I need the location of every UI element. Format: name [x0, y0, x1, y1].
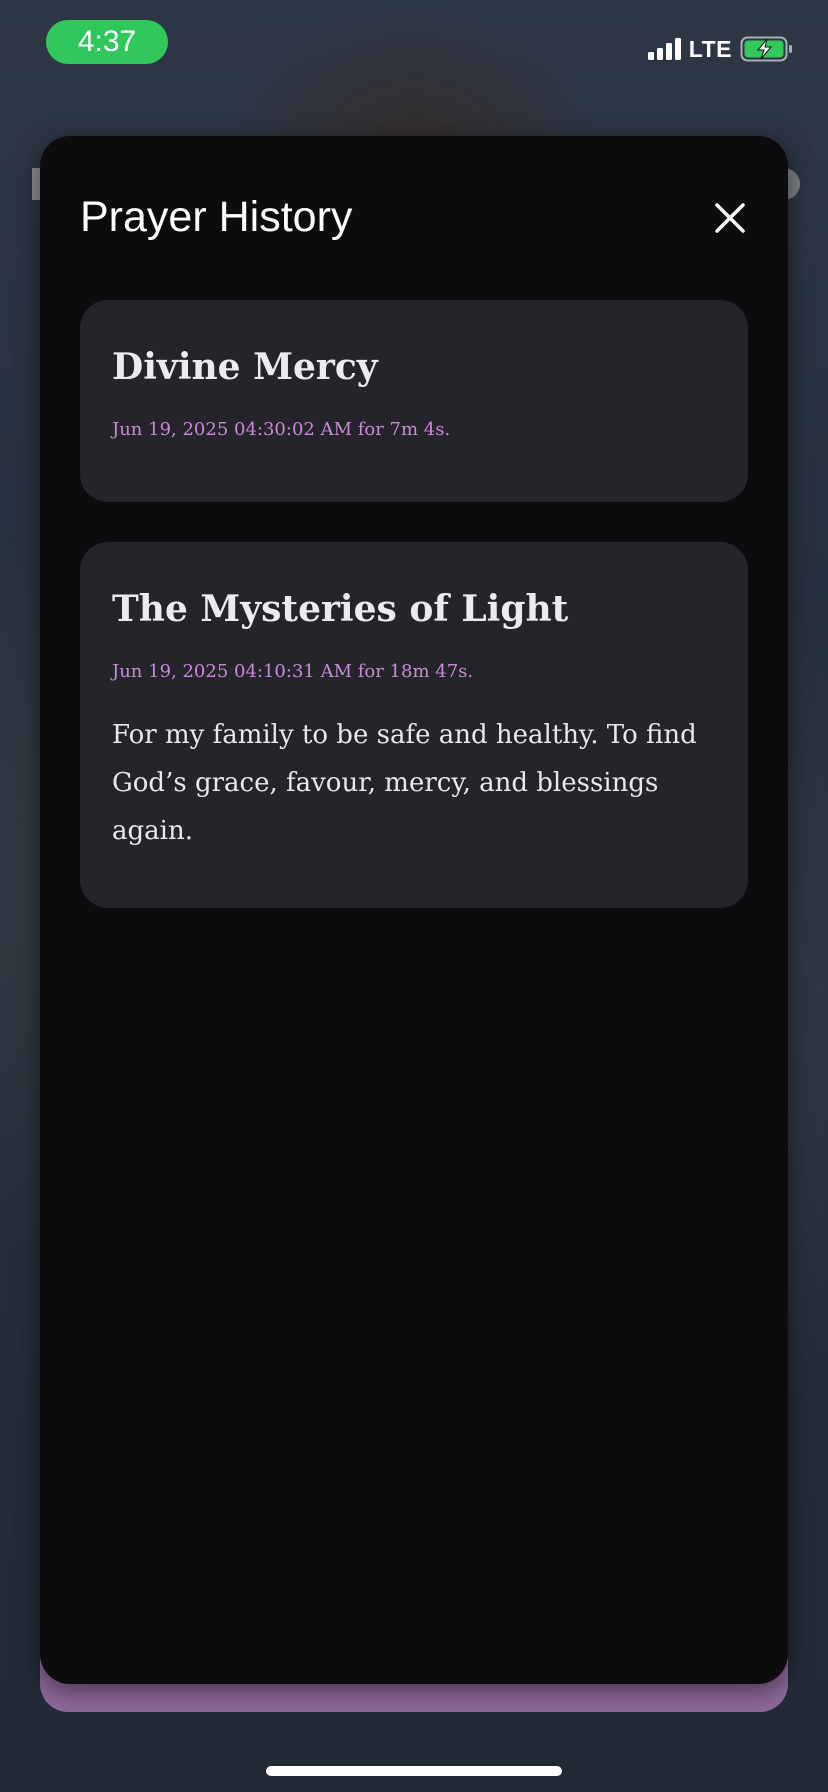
prayer-history-sheet: Prayer History Divine Mercy Jun 19, 2025… — [40, 136, 788, 1684]
background-title-fragment — [32, 168, 40, 200]
history-card[interactable]: The Mysteries of Light Jun 19, 2025 04:1… — [80, 542, 748, 908]
prayer-date-duration: Jun 19, 2025 04:10:31 AM for 18m 47s. — [112, 661, 474, 683]
screen: 4:37 LTE Prayer History Divine Mercy Jun… — [0, 0, 828, 1792]
prayer-title: The Mysteries of Light — [112, 588, 569, 630]
status-indicators: LTE — [647, 34, 794, 64]
history-list: Divine Mercy Jun 19, 2025 04:30:02 AM fo… — [80, 300, 748, 948]
close-icon — [715, 203, 745, 233]
battery-charging-icon — [740, 36, 792, 62]
prayer-intention: For my family to be safe and healthy. To… — [112, 719, 697, 846]
prayer-title: Divine Mercy — [112, 346, 378, 388]
home-indicator[interactable] — [266, 1766, 562, 1776]
close-button[interactable] — [708, 196, 752, 240]
status-time-pill: 4:37 — [46, 20, 168, 64]
history-card[interactable]: Divine Mercy Jun 19, 2025 04:30:02 AM fo… — [80, 300, 748, 502]
status-time: 4:37 — [77, 25, 137, 58]
signal-icon — [647, 38, 681, 60]
sheet-title: Prayer History — [80, 193, 353, 241]
network-label: LTE — [688, 35, 732, 62]
prayer-date-duration: Jun 19, 2025 04:30:02 AM for 7m 4s. — [112, 419, 451, 441]
